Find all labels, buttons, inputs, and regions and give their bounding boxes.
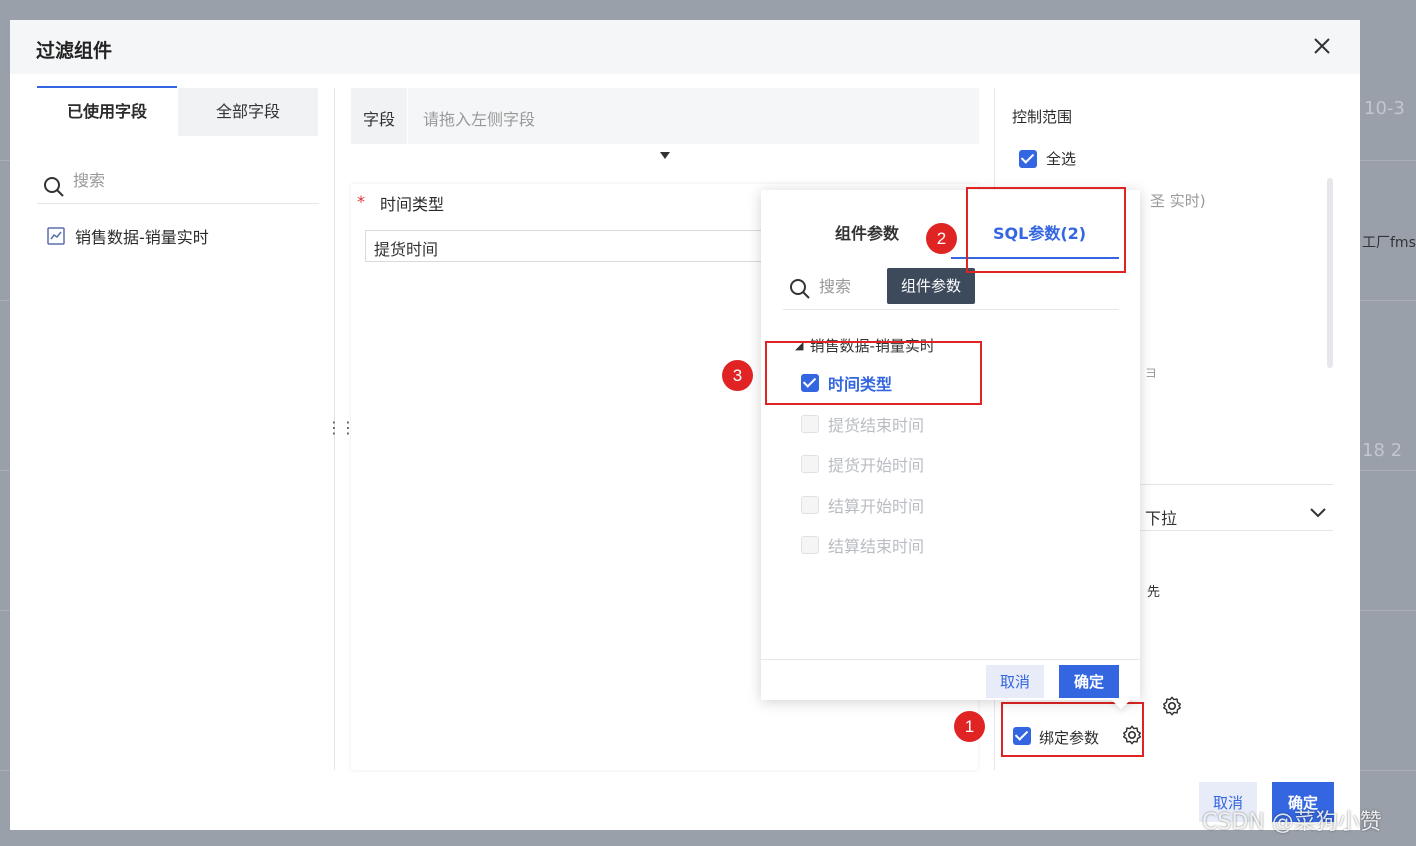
- param-item: 提货开始时间: [801, 452, 924, 476]
- param-checkbox: [801, 496, 819, 514]
- bg-text-fragment: 10-3: [1364, 98, 1405, 119]
- annotation-marker-1: 1: [954, 711, 985, 742]
- scrollbar[interactable]: [1327, 178, 1333, 368]
- field-bar: 字段 请拖入左侧字段: [351, 88, 979, 144]
- select-all-label: 全选: [1046, 150, 1077, 168]
- popover-cancel-button[interactable]: 取消: [986, 665, 1044, 698]
- component-name-fragment: 圣 实时): [1150, 192, 1206, 210]
- field-drop-zone[interactable]: 请拖入左侧字段: [407, 88, 979, 144]
- resize-handle-icon[interactable]: ⋮⋮: [326, 418, 356, 437]
- search-icon: [44, 177, 64, 197]
- caret-down-icon[interactable]: [660, 152, 670, 159]
- required-mark: *: [357, 192, 365, 211]
- param-checkbox: [801, 536, 819, 554]
- style-dropdown-value: 下拉: [1145, 509, 1178, 528]
- time-type-value: 提货时间: [374, 240, 439, 259]
- dataset-item[interactable]: 销售数据-销量实时: [47, 224, 209, 248]
- param-item: 结算开始时间: [801, 493, 924, 517]
- bind-parameter-row: 绑定参数: [1001, 702, 1144, 757]
- select-all-row[interactable]: 全选: [1019, 148, 1076, 169]
- param-item: 结算结束时间: [801, 533, 924, 557]
- tooltip: 组件参数: [887, 268, 975, 304]
- bg-text-fragment: 工厂fms: [1362, 235, 1416, 251]
- param-label: 结算结束时间: [828, 537, 925, 556]
- param-label: 提货开始时间: [828, 456, 925, 475]
- tab-all-fields[interactable]: 全部字段: [178, 88, 318, 136]
- control-scope-title: 控制范围: [1012, 108, 1073, 126]
- field-search-input[interactable]: [71, 172, 295, 192]
- annotation-marker-2: 2: [926, 223, 957, 254]
- bg-text-fragment: 18 2: [1362, 440, 1403, 461]
- param-checkbox: [801, 455, 819, 473]
- field-label: 字段: [363, 110, 396, 129]
- text-fragment: ヨ: [1145, 366, 1158, 380]
- annotation-box-3: [765, 341, 982, 405]
- popover-footer-divider: [761, 659, 1140, 660]
- tab-component-params[interactable]: 组件参数: [835, 220, 899, 244]
- dataset-label: 销售数据-销量实时: [75, 228, 209, 247]
- chart-icon: [47, 227, 65, 245]
- param-label: 结算开始时间: [828, 497, 925, 516]
- option-fragment: 先: [1147, 585, 1161, 600]
- watermark: CSDN @菜狗小赞: [1202, 810, 1382, 835]
- popover-ok-button[interactable]: 确定: [1059, 665, 1119, 698]
- annotation-box-2: [966, 187, 1126, 273]
- search-icon: [790, 279, 810, 299]
- gear-icon[interactable]: [1161, 695, 1183, 717]
- annotation-marker-3: 3: [722, 360, 753, 391]
- dialog-title: 过滤组件: [36, 40, 113, 62]
- filter-component-dialog: 过滤组件 已使用字段 全部字段 销售数据-销量实时 ⋮⋮ 字段 请拖入左侧: [10, 20, 1360, 830]
- param-label: 提货结束时间: [828, 416, 925, 435]
- close-icon[interactable]: [1310, 34, 1334, 58]
- bind-parameter-label: 绑定参数: [1039, 729, 1100, 747]
- time-type-select[interactable]: 提货时间: [365, 230, 787, 262]
- param-checkbox: [801, 415, 819, 433]
- filter-field-label: 时间类型: [380, 195, 445, 214]
- field-drop-placeholder: 请拖入左侧字段: [423, 110, 536, 129]
- dialog-header: 过滤组件: [10, 20, 1360, 74]
- select-all-checkbox[interactable]: [1019, 149, 1037, 168]
- tab-used-fields[interactable]: 已使用字段: [37, 86, 177, 136]
- field-search: [37, 170, 319, 204]
- chevron-down-icon[interactable]: [1308, 502, 1328, 522]
- gear-icon[interactable]: [1121, 724, 1143, 746]
- param-item: 提货结束时间: [801, 412, 924, 436]
- bind-parameter-checkbox[interactable]: [1013, 727, 1031, 745]
